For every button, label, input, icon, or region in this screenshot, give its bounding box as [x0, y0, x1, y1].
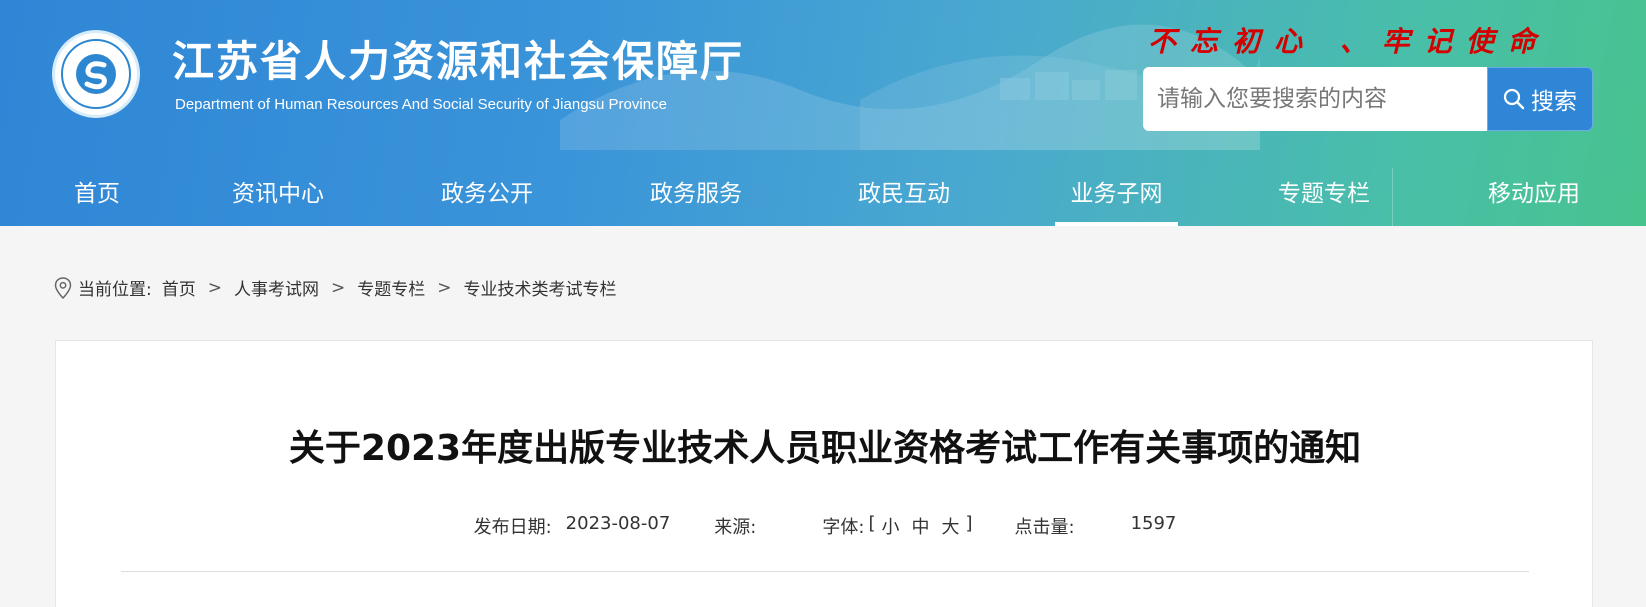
breadcrumb-separator: >: [207, 277, 222, 298]
search-icon: [1503, 88, 1525, 110]
logo-emblem-icon: [61, 39, 131, 109]
search-input[interactable]: [1143, 67, 1487, 131]
article-meta: 发布日期: 2023-08-07 来源: 字体: [ 小 中 大 ] 点击量: …: [56, 513, 1594, 539]
site-subtitle: Department of Human Resources And Social…: [175, 96, 667, 113]
article-title: 关于2023年度出版专业技术人员职业资格考试工作有关事项的通知: [288, 428, 1362, 469]
font-size-small-button[interactable]: 小: [881, 513, 899, 539]
breadcrumb-separator: >: [437, 277, 452, 298]
publish-date: 2023-08-07: [565, 513, 671, 534]
breadcrumb: 当前位置: 首页 > 人事考试网 > 专题专栏 > 专业技术类考试专栏: [54, 275, 616, 300]
breadcrumb-separator: >: [330, 277, 346, 298]
nav-divider: [1392, 168, 1393, 226]
views-label: 点击量:: [1014, 517, 1075, 538]
font-size-label: 字体:: [822, 517, 865, 538]
nav-item-government-services[interactable]: 政务服务: [649, 168, 743, 226]
breadcrumb-professional-exam-column[interactable]: 专业技术类考试专栏: [463, 275, 616, 300]
nav-item-home[interactable]: 首页: [68, 168, 126, 226]
search-button[interactable]: 搜索: [1487, 67, 1593, 131]
source-value: [766, 513, 810, 539]
font-size-medium-button[interactable]: 中: [911, 513, 929, 539]
views-count: 1597: [1130, 513, 1177, 534]
source-label: 来源:: [714, 517, 757, 538]
article-card: 关于2023年度出版专业技术人员职业资格考试工作有关事项的通知 发布日期: 20…: [55, 340, 1593, 607]
breadcrumb-home[interactable]: 首页: [162, 275, 196, 300]
breadcrumb-special-topics[interactable]: 专题专栏: [357, 275, 425, 300]
nav-item-public-interaction[interactable]: 政民互动: [857, 168, 951, 226]
font-size-large-button[interactable]: 大: [941, 513, 959, 539]
site-logo[interactable]: [52, 30, 140, 118]
nav-item-news-center[interactable]: 资讯中心: [231, 168, 325, 226]
font-size-bracket-close: ]: [965, 513, 973, 534]
breadcrumb-prefix: 当前位置:: [78, 280, 152, 300]
meta-divider: [121, 571, 1529, 572]
breadcrumb-exam-site[interactable]: 人事考试网: [234, 275, 319, 300]
location-pin-icon: [54, 276, 72, 299]
nav-item-mobile-apps[interactable]: 移动应用: [1487, 168, 1581, 226]
font-size-bracket-open: [: [868, 513, 876, 534]
main-nav: 首页 资讯中心 政务公开 政务服务 政民互动 业务子网 专题专栏 移动应用: [0, 168, 1646, 226]
nav-item-special-topics[interactable]: 专题专栏: [1277, 168, 1371, 226]
publish-date-label: 发布日期:: [473, 517, 552, 538]
nav-item-business-subsites[interactable]: 业务子网: [1055, 168, 1178, 226]
search-button-label: 搜索: [1531, 89, 1577, 115]
site-title[interactable]: 江苏省人力资源和社会保障厅: [172, 28, 744, 89]
nav-item-government-affairs-open[interactable]: 政务公开: [440, 168, 534, 226]
slogan: 不忘初心 、牢记使命: [1148, 25, 1550, 58]
